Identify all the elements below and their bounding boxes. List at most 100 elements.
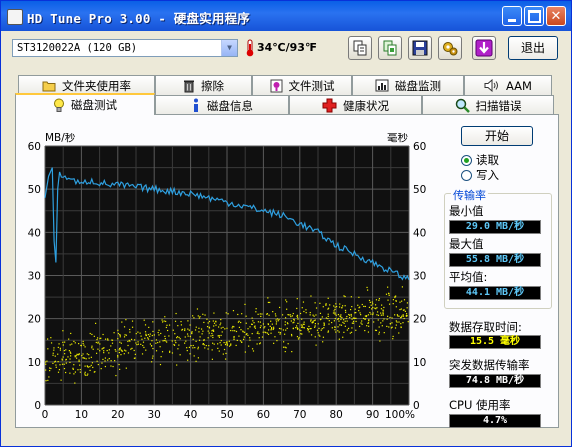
access-time-point <box>395 295 397 297</box>
access-time-point <box>86 353 88 355</box>
access-time-point <box>217 343 219 345</box>
access-time-point <box>134 357 136 359</box>
access-time-point <box>208 326 210 328</box>
tab-file-benchmark[interactable]: 文件测试 <box>252 75 352 95</box>
maximize-button[interactable] <box>524 6 544 26</box>
access-time-point <box>108 349 110 351</box>
access-time-point <box>400 326 402 328</box>
access-time-point <box>197 346 199 348</box>
access-time-point <box>379 340 381 342</box>
access-time-point <box>127 340 129 343</box>
access-time-point <box>360 322 362 324</box>
access-time-point <box>260 315 262 318</box>
access-time-point <box>166 329 169 332</box>
read-radio-label: 读取 <box>476 153 499 167</box>
tab-disk-monitor[interactable]: 磁盘监测 <box>352 75 464 95</box>
access-time-point <box>269 301 271 304</box>
access-time-point <box>321 328 323 330</box>
access-time-point <box>310 320 312 322</box>
access-time-point <box>203 339 205 341</box>
access-time-point <box>46 360 48 362</box>
access-time-point <box>310 334 313 336</box>
access-time-point <box>71 343 73 345</box>
access-time-point <box>110 365 112 367</box>
max-label: 最大值 <box>449 237 484 251</box>
access-time-point <box>302 301 305 303</box>
access-time-point <box>262 331 264 333</box>
access-time-point <box>372 312 374 314</box>
access-time-point <box>345 317 347 320</box>
access-time-point <box>276 340 278 342</box>
chevron-down-icon[interactable]: ▼ <box>221 40 237 56</box>
tab-folder-usage[interactable]: 文件夹使用率 <box>18 75 155 95</box>
access-time-point <box>287 323 289 325</box>
access-time-point <box>50 337 52 339</box>
access-time-point <box>342 305 344 307</box>
tab-disk-info[interactable]: 磁盘信息 <box>155 95 289 115</box>
minimize-button[interactable] <box>502 6 522 26</box>
access-time-point <box>398 332 400 334</box>
access-time-point <box>192 338 194 340</box>
write-radio[interactable]: 写入 <box>461 168 551 182</box>
access-time-point <box>133 349 135 352</box>
access-time-point <box>367 314 370 316</box>
save-button[interactable] <box>408 36 432 60</box>
speaker-icon <box>484 79 498 92</box>
tab-erase[interactable]: 擦除 <box>155 75 252 95</box>
download-update-button[interactable] <box>472 36 496 60</box>
tab-error-scan[interactable]: 扫描错误 <box>422 95 554 115</box>
tab-benchmark[interactable]: 磁盘测试 <box>15 93 155 115</box>
access-time-point <box>149 333 151 335</box>
access-time-point <box>327 330 330 332</box>
access-time-point <box>351 306 353 308</box>
trash-icon <box>184 80 194 92</box>
access-time-point <box>207 330 209 332</box>
access-time-point <box>155 339 158 341</box>
access-time-point <box>213 325 215 327</box>
access-time-point <box>230 343 232 345</box>
copy-text-button[interactable] <box>348 36 372 60</box>
access-time-point <box>69 351 71 353</box>
tab-health[interactable]: 健康状况 <box>289 95 422 115</box>
access-time-point <box>322 336 325 338</box>
access-time-point <box>382 312 384 314</box>
access-time-point <box>164 316 166 318</box>
maximize-icon <box>527 9 541 23</box>
access-time-point <box>118 351 121 354</box>
copy-screenshot-button[interactable] <box>378 36 402 60</box>
close-button[interactable]: ✕ <box>546 6 566 26</box>
access-time-point <box>290 320 292 322</box>
access-time-point <box>270 332 272 334</box>
access-time-point <box>148 326 150 329</box>
tab-label: 磁盘监测 <box>395 78 441 93</box>
access-time-point <box>245 333 247 336</box>
access-time-point <box>232 330 234 332</box>
access-time-point <box>248 345 250 347</box>
x-tick-label: 60 <box>257 409 270 421</box>
burst-rate-value: 74.8 MB/秒 <box>449 374 541 388</box>
access-time-point <box>47 348 49 350</box>
info-icon <box>194 98 198 112</box>
access-time-point <box>402 314 404 316</box>
access-time-point <box>101 362 103 364</box>
start-button[interactable]: 开始 <box>461 126 533 146</box>
exit-button[interactable]: 退出 <box>508 36 558 60</box>
access-time-point <box>380 312 382 314</box>
access-time-point <box>327 297 329 299</box>
access-time-point <box>286 308 288 310</box>
tab-aam[interactable]: AAM <box>464 75 552 95</box>
access-time-point <box>279 306 281 309</box>
access-time-point <box>174 320 177 322</box>
access-time-point <box>59 349 62 351</box>
title-bar[interactable]: HD Tune Pro 3.00 - 硬盘实用程序 ✕ <box>1 1 571 31</box>
access-time-point <box>314 323 316 325</box>
options-button[interactable] <box>438 36 462 60</box>
access-time-point <box>301 325 304 327</box>
drive-select[interactable]: ST3120022A (120 GB) ▼ <box>12 39 238 57</box>
copy-image-icon <box>383 40 397 56</box>
read-radio[interactable]: 读取 <box>461 153 551 167</box>
access-time-point <box>383 306 385 309</box>
access-time-point <box>378 331 380 333</box>
access-time-point <box>266 313 269 315</box>
access-time-point <box>175 341 177 344</box>
